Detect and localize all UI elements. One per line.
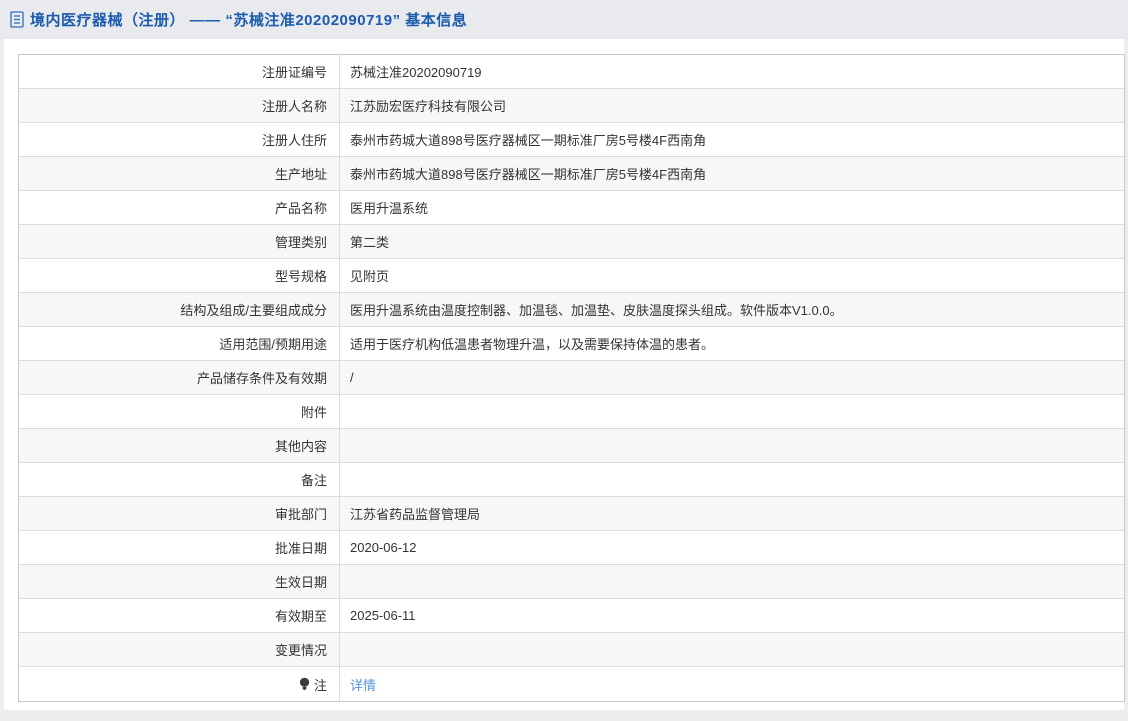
row-label-cell: 结构及组成/主要组成成分 [19,293,340,326]
table-row: 管理类别 第二类 [19,225,1124,259]
row-label: 结构及组成/主要组成成分 [180,303,327,318]
row-label: 其他内容 [274,439,327,454]
row-label: 型号规格 [274,269,327,284]
row-label-cell: 产品名称 [19,191,340,224]
row-label: 管理类别 [274,235,327,250]
row-value: 医用升温系统由温度控制器、加温毯、加温垫、皮肤温度探头组成。软件版本V1.0.0… [350,303,843,318]
row-label-cell: 注册人名称 [19,89,340,122]
table-row: 其他内容 [19,429,1124,463]
row-value: 适用于医疗机构低温患者物理升温，以及需要保持体温的患者。 [350,337,715,352]
table-row: 注册人住所 泰州市药城大道898号医疗器械区一期标准厂房5号楼4F西南角 [19,123,1124,157]
row-value [340,565,1124,598]
bulb-icon [298,677,311,692]
row-label: 生产地址 [274,167,327,182]
row-label-cell: 型号规格 [19,259,340,292]
table-row: 附件 [19,395,1124,429]
row-value: / [350,370,354,385]
table-row: 适用范围/预期用途 适用于医疗机构低温患者物理升温，以及需要保持体温的患者。 [19,327,1124,361]
row-value: 江苏省药品监督管理局 [350,507,481,522]
row-label: 有效期至 [274,609,327,624]
table-row: 注详情 [19,667,1124,701]
page-title: 境内医疗器械（注册） —— “苏械注准20202090719” 基本信息 [30,12,468,29]
row-value [340,429,1124,462]
row-label: 注册人名称 [261,99,327,114]
row-label-cell: 注 [19,667,340,701]
row-value: 苏械注准20202090719 [350,65,482,80]
row-label: 产品储存条件及有效期 [196,371,327,386]
row-label-cell: 管理类别 [19,225,340,258]
table-row: 变更情况 [19,633,1124,667]
row-label-cell: 备注 [19,463,340,496]
row-label: 审批部门 [274,507,327,522]
table-row: 注册证编号 苏械注准20202090719 [19,55,1124,89]
row-label-cell: 生效日期 [19,565,340,598]
row-value [340,463,1124,496]
table-row: 产品储存条件及有效期 / [19,361,1124,395]
row-label-cell: 附件 [19,395,340,428]
row-label: 生效日期 [274,575,327,590]
row-value: 泰州市药城大道898号医疗器械区一期标准厂房5号楼4F西南角 [350,167,707,182]
row-label: 注 [313,677,327,693]
row-label-cell: 适用范围/预期用途 [19,327,340,360]
table-row: 审批部门 江苏省药品监督管理局 [19,497,1124,531]
row-label: 变更情况 [274,643,327,658]
row-value: 见附页 [350,269,390,284]
row-label: 附件 [300,405,327,420]
row-label-cell: 生产地址 [19,157,340,190]
row-value: 2025-06-11 [350,608,416,623]
row-value: 2020-06-12 [350,540,417,555]
row-value: 医用升温系统 [350,201,429,216]
row-value [340,395,1124,428]
content-card: 注册证编号 苏械注准20202090719 注册人名称 江苏励宏医疗科技有限公司 注册人… [4,39,1125,710]
row-label: 适用范围/预期用途 [219,337,327,352]
row-value: 第二类 [350,235,390,250]
row-label: 产品名称 [274,201,327,216]
table-row: 结构及组成/主要组成成分 医用升温系统由温度控制器、加温毯、加温垫、皮肤温度探头组… [19,293,1124,327]
row-label: 备注 [300,473,327,488]
row-label: 注册证编号 [261,65,327,80]
table-row: 生产地址 泰州市药城大道898号医疗器械区一期标准厂房5号楼4F西南角 [19,157,1124,191]
row-label-cell: 批准日期 [19,531,340,564]
table-row: 批准日期 2020-06-12 [19,531,1124,565]
row-label-cell: 注册证编号 [19,55,340,88]
table-row: 生效日期 [19,565,1124,599]
row-value: 泰州市药城大道898号医疗器械区一期标准厂房5号楼4F西南角 [350,133,707,148]
table-row: 备注 [19,463,1124,497]
table-row: 产品名称 医用升温系统 [19,191,1124,225]
table-row: 有效期至 2025-06-11 [19,599,1124,633]
row-label-cell: 产品储存条件及有效期 [19,361,340,394]
document-icon [10,11,24,28]
row-label: 批准日期 [274,541,327,556]
row-label-cell: 注册人住所 [19,123,340,156]
table-row: 型号规格 见附页 [19,259,1124,293]
page-header: 境内医疗器械（注册） —— “苏械注准20202090719” 基本信息 [0,0,1128,39]
row-label-cell: 变更情况 [19,633,340,666]
row-value [340,633,1124,666]
table-row: 注册人名称 江苏励宏医疗科技有限公司 [19,89,1124,123]
row-label-cell: 其他内容 [19,429,340,462]
row-value: 江苏励宏医疗科技有限公司 [350,99,507,114]
row-label-cell: 有效期至 [19,599,340,632]
detail-link[interactable]: 详情 [340,667,1124,701]
registration-info-table: 注册证编号 苏械注准20202090719 注册人名称 江苏励宏医疗科技有限公司 注册人… [18,54,1125,702]
row-label: 注册人住所 [261,133,327,148]
row-label-cell: 审批部门 [19,497,340,530]
